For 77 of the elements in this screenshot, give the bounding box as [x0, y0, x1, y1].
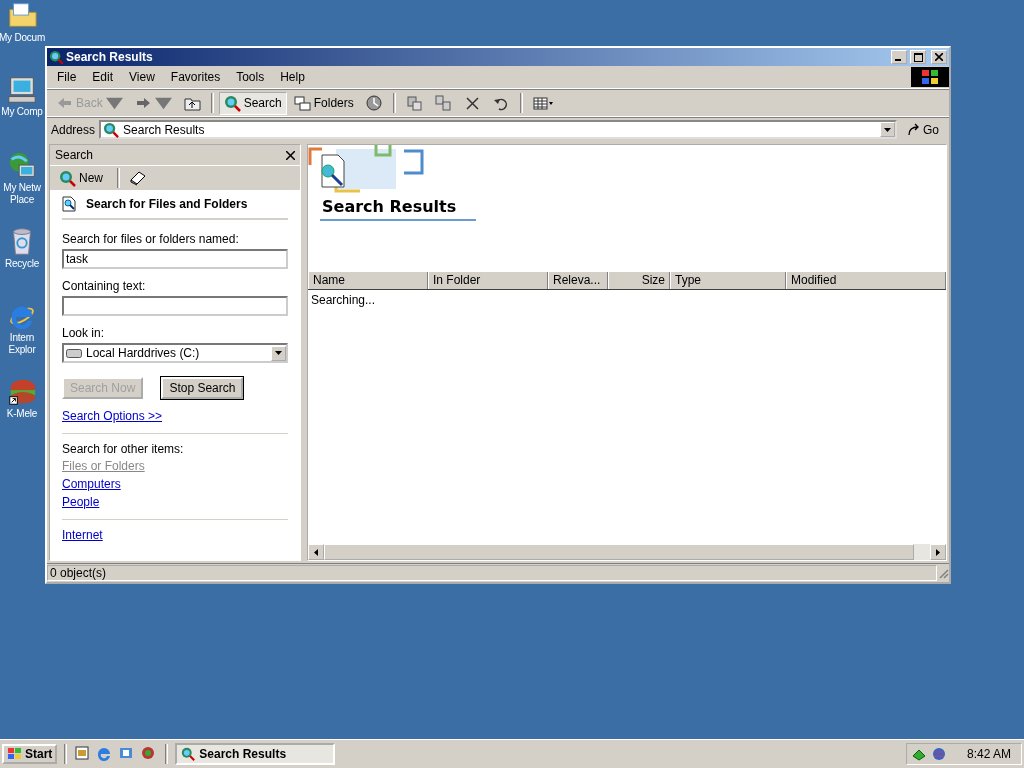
- caret-icon: [884, 127, 891, 132]
- column-header[interactable]: Modified: [786, 272, 946, 289]
- input-field[interactable]: task: [62, 249, 288, 269]
- search-icon: [223, 94, 241, 112]
- section-label: Search for other items:: [62, 442, 185, 456]
- desktop-icon-label[interactable]: My Comp: [1, 106, 43, 118]
- column-header[interactable]: Type: [670, 272, 786, 289]
- search-options-link[interactable]: Search Options >>: [62, 409, 163, 423]
- drive-icon: [66, 348, 82, 358]
- computer-icon: [6, 74, 38, 106]
- search-icon: [59, 169, 76, 187]
- search-type-link[interactable]: Computers: [62, 477, 121, 491]
- search-icon: [103, 121, 120, 138]
- document-search-icon: [62, 196, 76, 212]
- search-type-link[interactable]: People: [62, 495, 100, 509]
- windows-flag-icon: [7, 747, 23, 761]
- column-header[interactable]: In Folder: [428, 272, 548, 289]
- internet-link[interactable]: Internet: [62, 528, 103, 542]
- close-icon[interactable]: [286, 150, 295, 160]
- close-icon: [935, 53, 943, 61]
- caret-icon: [275, 351, 282, 355]
- menu-item[interactable]: View: [121, 68, 163, 86]
- desktop-icon-label[interactable]: Recycle: [4, 258, 40, 270]
- field-label: Look in:: [62, 326, 106, 340]
- start-button[interactable]: Start: [2, 744, 58, 764]
- desktop-icon-label[interactable]: My Docum: [0, 32, 46, 44]
- left-arrow-icon: [314, 548, 318, 556]
- desktop-icon-label[interactable]: Intern: [9, 332, 35, 344]
- right-arrow-icon: [936, 548, 940, 556]
- horizontal-scrollbar[interactable]: [308, 544, 946, 560]
- desktop-icon-label[interactable]: Explor: [8, 344, 36, 356]
- desktop-icon-label[interactable]: Place: [10, 194, 34, 206]
- menu-item[interactable]: Help: [272, 68, 313, 86]
- resize-grip-icon[interactable]: [937, 567, 949, 579]
- column-header[interactable]: Releva...: [548, 272, 608, 289]
- searching-status: Searching...: [311, 293, 376, 307]
- pane-title: Search: [55, 148, 94, 162]
- look-in-dropdown[interactable]: Local Harddrives (C:): [62, 343, 288, 363]
- windows-flag-icon: [911, 67, 949, 87]
- book-icon[interactable]: [129, 170, 147, 186]
- delete-icon: [463, 94, 481, 112]
- results-title: Search Results: [320, 197, 477, 221]
- go-button[interactable]: Go: [901, 121, 945, 138]
- address-label: Address: [51, 122, 96, 137]
- column-header[interactable]: Size: [608, 272, 670, 289]
- desktop-icon-label[interactable]: K-Mele: [6, 408, 38, 420]
- minimize-button[interactable]: [891, 50, 907, 64]
- status-text: 0 object(s): [47, 565, 937, 581]
- menu-item[interactable]: Tools: [228, 68, 273, 86]
- search-icon: [181, 747, 196, 761]
- input-field[interactable]: [62, 296, 288, 316]
- globe-tray-icon[interactable]: [930, 746, 947, 762]
- menu-item[interactable]: File: [49, 68, 85, 86]
- search-icon: [49, 50, 63, 64]
- column-header[interactable]: Name: [308, 272, 428, 289]
- close-button[interactable]: [931, 50, 947, 64]
- go-arrow-icon: [907, 122, 921, 137]
- stop-search-button[interactable]: Stop Search: [161, 377, 244, 399]
- copy-to-icon: [434, 94, 452, 112]
- search-button[interactable]: Search: [218, 91, 287, 115]
- folders-button[interactable]: Folders: [288, 91, 359, 115]
- clock-icon: [365, 94, 383, 112]
- pane-heading: Search for Files and Folders: [86, 197, 248, 211]
- views-icon: [532, 94, 554, 112]
- clock: 8:42 AM: [966, 747, 1011, 761]
- maximize-icon: [913, 52, 923, 62]
- taskbar-task[interactable]: Search Results: [175, 743, 336, 765]
- field-label: Search for files or folders named:: [62, 232, 240, 246]
- maximize-button[interactable]: [910, 50, 926, 64]
- address-field[interactable]: Search Results: [99, 120, 897, 139]
- menu-item[interactable]: Favorites: [162, 68, 229, 86]
- window-title: Search Results: [66, 50, 154, 64]
- menu-item[interactable]: Edit: [84, 68, 122, 86]
- desktop-icon-label[interactable]: My Netw: [3, 182, 41, 194]
- folders-icon: [293, 94, 311, 112]
- move-to-icon: [405, 94, 423, 112]
- field-label: Containing text:: [62, 279, 147, 293]
